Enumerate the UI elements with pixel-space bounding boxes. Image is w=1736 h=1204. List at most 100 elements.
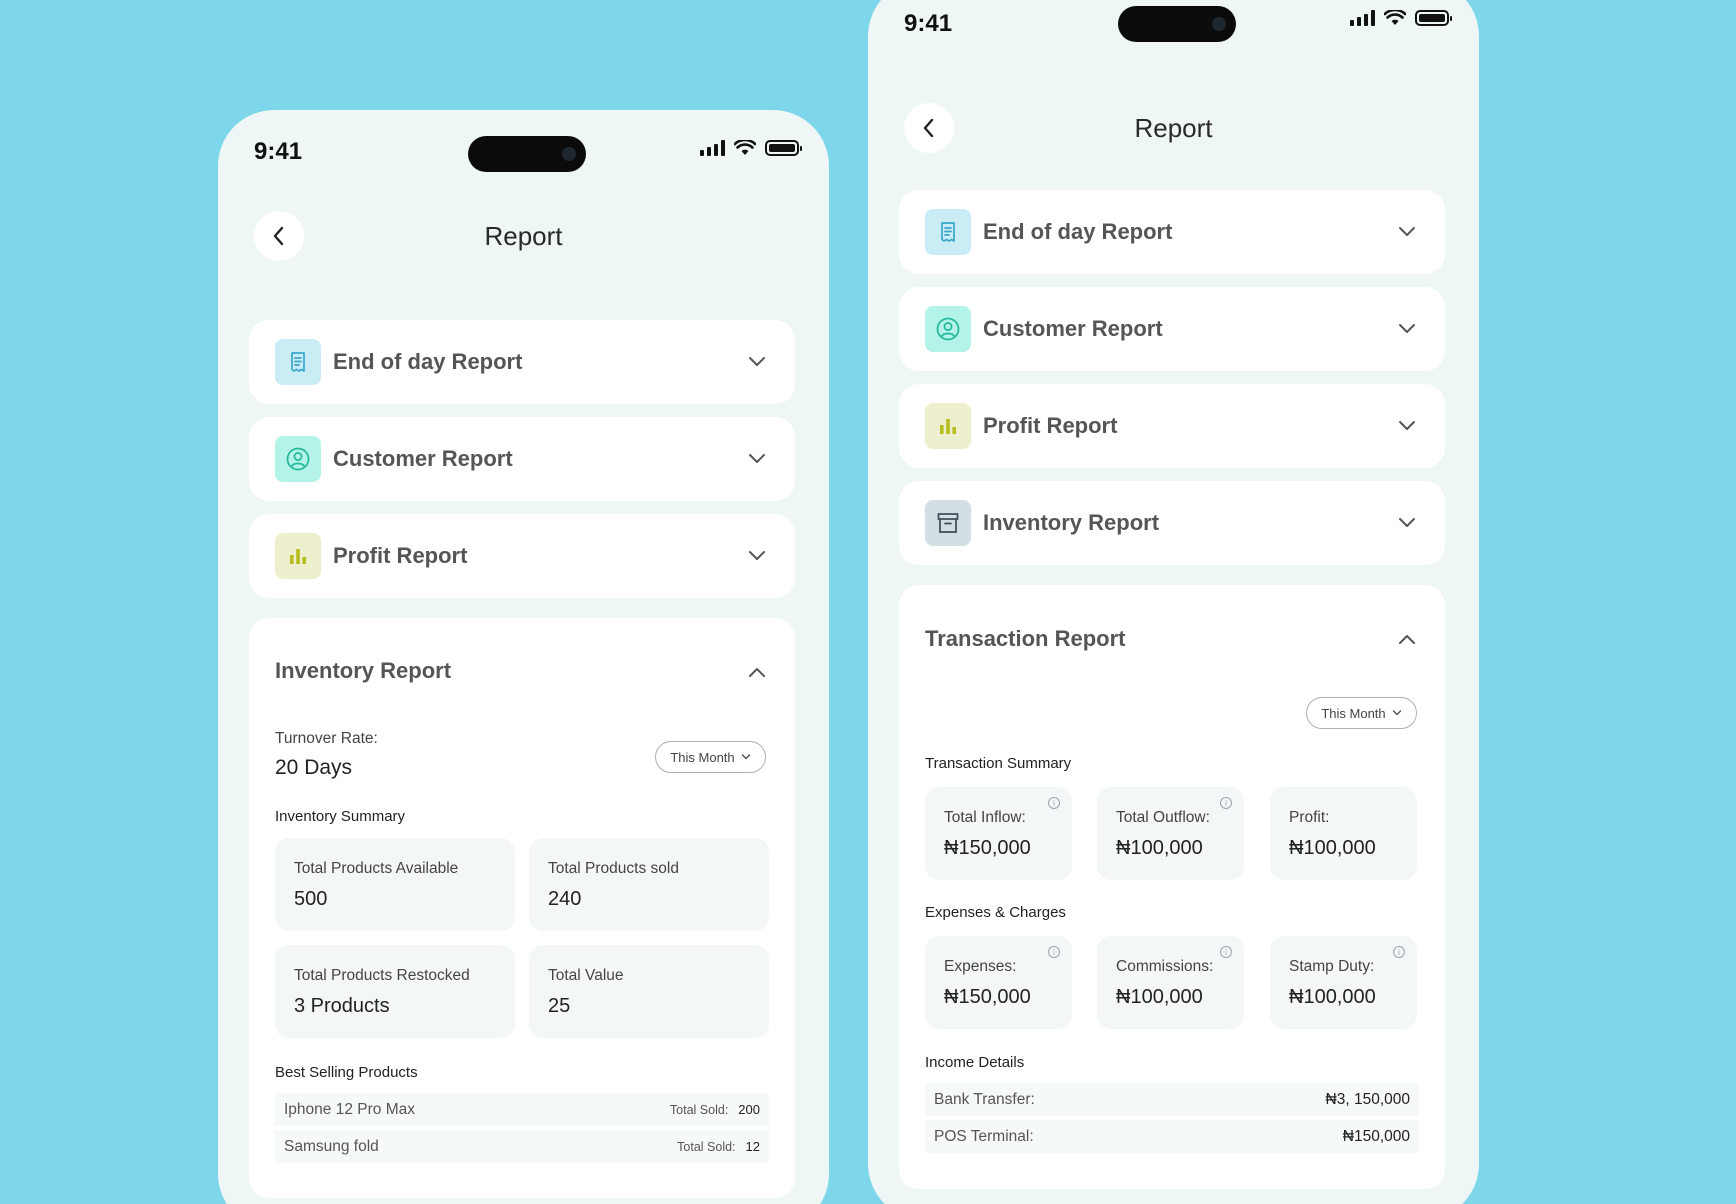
stat-label: Total Products Available [294,860,459,877]
nav-bar: Report [218,211,829,263]
info-icon[interactable]: i [1220,946,1232,958]
receipt-icon [925,209,971,255]
battery-icon [1415,10,1452,26]
chevron-down-icon[interactable] [1395,220,1419,244]
stat-label: Expenses: [944,958,1017,975]
bar-chart-icon [275,533,321,579]
dynamic-island [1118,6,1236,42]
period-dropdown-label: This Month [670,749,735,765]
sold-value: 12 [745,1139,760,1154]
signal-icon [700,140,725,156]
info-icon[interactable]: i [1220,797,1232,809]
status-time: 9:41 [254,138,303,165]
chevron-down-icon [741,754,750,760]
customer-report-row[interactable]: Customer Report [249,417,795,501]
chevron-down-icon[interactable] [745,544,769,568]
stat-tile: i Total Outflow: ₦100,000 [1097,787,1244,880]
section-title: Inventory Report [275,658,452,683]
expenses-label: Expenses & Charges [925,904,1066,921]
list-item: Samsung fold Total Sold: 12 [275,1130,769,1163]
stat-label: Commissions: [1116,958,1214,975]
stat-value: ₦100,000 [1289,837,1376,859]
wifi-icon [734,140,756,155]
camera-icon [562,147,576,161]
row-label: Profit Report [983,413,1118,438]
stat-label: Total Value [548,967,624,984]
income-label: Bank Transfer: [934,1090,1035,1108]
status-bar: 9:41 [218,126,829,186]
product-name: Iphone 12 Pro Max [284,1100,415,1118]
chevron-down-icon[interactable] [1395,511,1419,535]
dynamic-island [468,136,586,172]
sold-value: 200 [738,1102,760,1117]
row-label: Customer Report [983,316,1163,341]
chevron-down-icon[interactable] [745,447,769,471]
stat-value: 240 [548,888,582,910]
period-dropdown[interactable]: This Month [1306,697,1417,729]
right-phone-screen: 9:41 Report End of day Report Customer R… [868,0,1479,1204]
stat-value: ₦150,000 [944,837,1031,859]
row-label: Customer Report [333,446,513,471]
status-bar: 9:41 [868,0,1479,60]
chevron-down-icon[interactable] [1395,414,1419,438]
customer-report-row[interactable]: Customer Report [899,287,1445,371]
best-selling-label: Best Selling Products [275,1064,418,1081]
stat-label: Total Outflow: [1116,809,1210,826]
battery-icon [765,140,802,156]
stat-label: Stamp Duty: [1289,958,1375,975]
stat-tile: i Expenses: ₦150,000 [925,936,1072,1029]
stat-value: ₦100,000 [1289,986,1376,1008]
chevron-down-icon[interactable] [745,350,769,374]
stat-value: 25 [548,995,571,1017]
chevron-up-icon[interactable] [1395,627,1419,651]
income-value: ₦3, 150,000 [1325,1090,1410,1108]
stat-tile: i Commissions: ₦100,000 [1097,936,1244,1029]
stat-tile: Total Products Restocked 3 Products [275,945,515,1038]
camera-icon [1212,17,1226,31]
bar-chart-icon [925,403,971,449]
signal-icon [1350,10,1375,26]
row-label: End of day Report [983,219,1173,244]
stat-tile: Total Products sold 240 [529,838,769,931]
stat-tile: Total Value 25 [529,945,769,1038]
archive-icon [925,500,971,546]
list-item: Iphone 12 Pro Max Total Sold: 200 [275,1093,769,1126]
period-dropdown[interactable]: This Month [655,741,766,773]
stat-tile: Profit: ₦100,000 [1270,787,1417,880]
end-of-day-report-row[interactable]: End of day Report [249,320,795,404]
info-icon[interactable]: i [1048,797,1060,809]
chevron-up-icon[interactable] [745,660,769,684]
stat-label: Total Products Restocked [294,967,470,984]
info-icon[interactable]: i [1393,946,1405,958]
user-circle-icon [925,306,971,352]
nav-bar: Report [868,103,1479,155]
status-icons [700,140,802,156]
profit-report-row[interactable]: Profit Report [249,514,795,598]
profit-report-row[interactable]: Profit Report [899,384,1445,468]
info-icon[interactable]: i [1048,946,1060,958]
left-phone-screen: 9:41 Report End of day Report Customer R… [218,110,829,1204]
sold-label: Total Sold: [677,1139,736,1154]
inventory-summary-label: Inventory Summary [275,808,406,825]
inventory-report-row[interactable]: Inventory Report [899,481,1445,565]
end-of-day-report-row[interactable]: End of day Report [899,190,1445,274]
stat-value: ₦150,000 [944,986,1031,1008]
stat-tile: Total Products Available 500 [275,838,515,931]
status-time: 9:41 [904,10,953,37]
page-title: Report [1134,113,1213,143]
status-icons [1350,10,1452,26]
period-dropdown-label: This Month [1321,705,1386,721]
turnover-value: 20 Days [275,756,353,779]
row-label: Profit Report [333,543,468,568]
list-item: Bank Transfer: ₦3, 150,000 [925,1083,1419,1116]
product-name: Samsung fold [284,1137,379,1155]
income-value: ₦150,000 [1342,1127,1410,1145]
stat-value: 3 Products [294,995,390,1017]
inventory-report-panel: Inventory Report Turnover Rate: 20 Days … [249,618,795,1198]
stat-value: 500 [294,888,328,910]
chevron-down-icon [1392,710,1401,716]
chevron-down-icon[interactable] [1395,317,1419,341]
section-title: Transaction Report [925,626,1126,651]
stat-value: ₦100,000 [1116,986,1203,1008]
user-circle-icon [275,436,321,482]
